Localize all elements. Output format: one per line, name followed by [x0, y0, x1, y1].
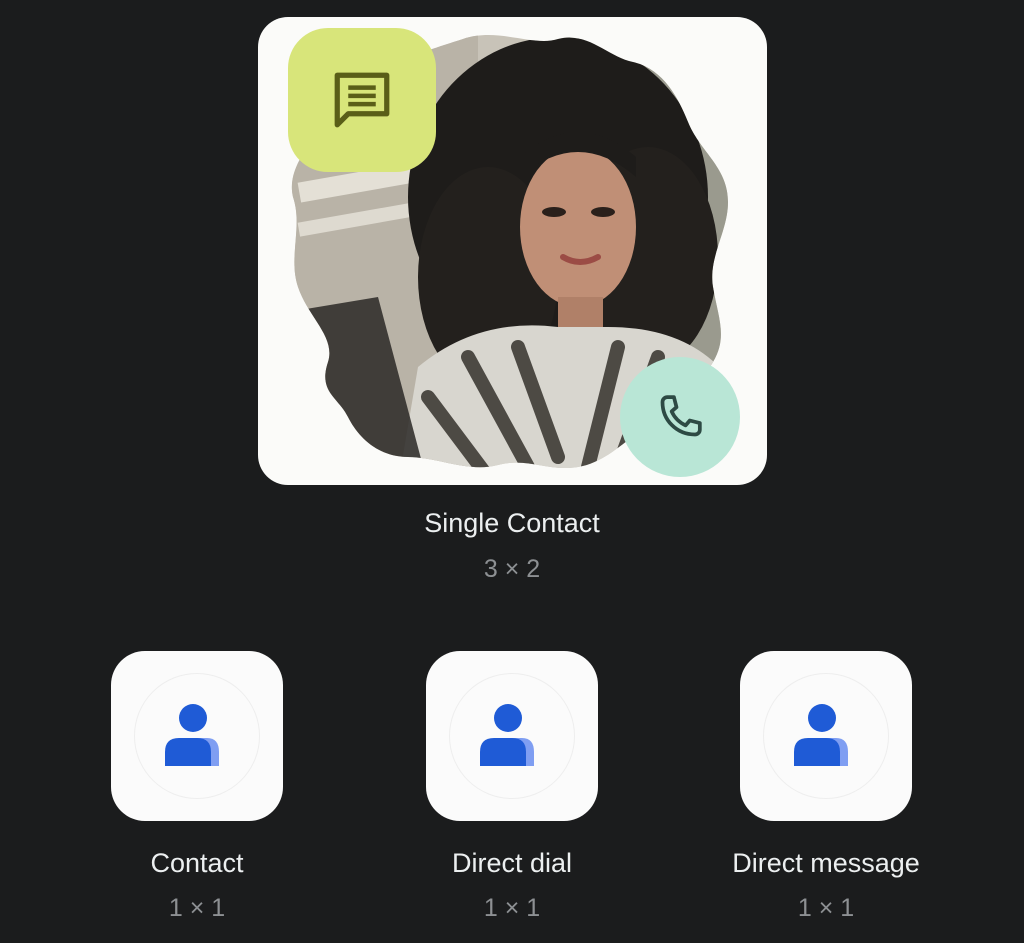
- person-icon: [165, 704, 219, 766]
- widget-size-contact: 1 × 1: [168, 894, 226, 922]
- widget-size-direct-message: 1 × 1: [797, 894, 855, 922]
- direct-message-widget-preview[interactable]: [740, 651, 912, 821]
- icon-ring: [449, 673, 575, 799]
- contact-widget-preview[interactable]: [111, 651, 283, 821]
- icon-ring: [763, 673, 889, 799]
- widget-label-contact: Contact: [150, 848, 244, 878]
- widget-label-direct-message: Direct message: [732, 848, 920, 878]
- icon-ring: [134, 673, 260, 799]
- message-icon: [334, 72, 390, 128]
- message-button[interactable]: [288, 28, 436, 172]
- widget-size: 3 × 2: [483, 555, 541, 583]
- widget-size-direct-dial: 1 × 1: [483, 894, 541, 922]
- direct-dial-widget-preview[interactable]: [426, 651, 598, 821]
- person-icon: [480, 704, 534, 766]
- widget-label-direct-dial: Direct dial: [451, 848, 573, 878]
- call-button[interactable]: [620, 357, 740, 477]
- single-contact-widget-preview[interactable]: [258, 17, 767, 485]
- person-icon: [794, 704, 848, 766]
- widget-title: Single Contact: [424, 508, 600, 538]
- phone-icon: [660, 395, 702, 437]
